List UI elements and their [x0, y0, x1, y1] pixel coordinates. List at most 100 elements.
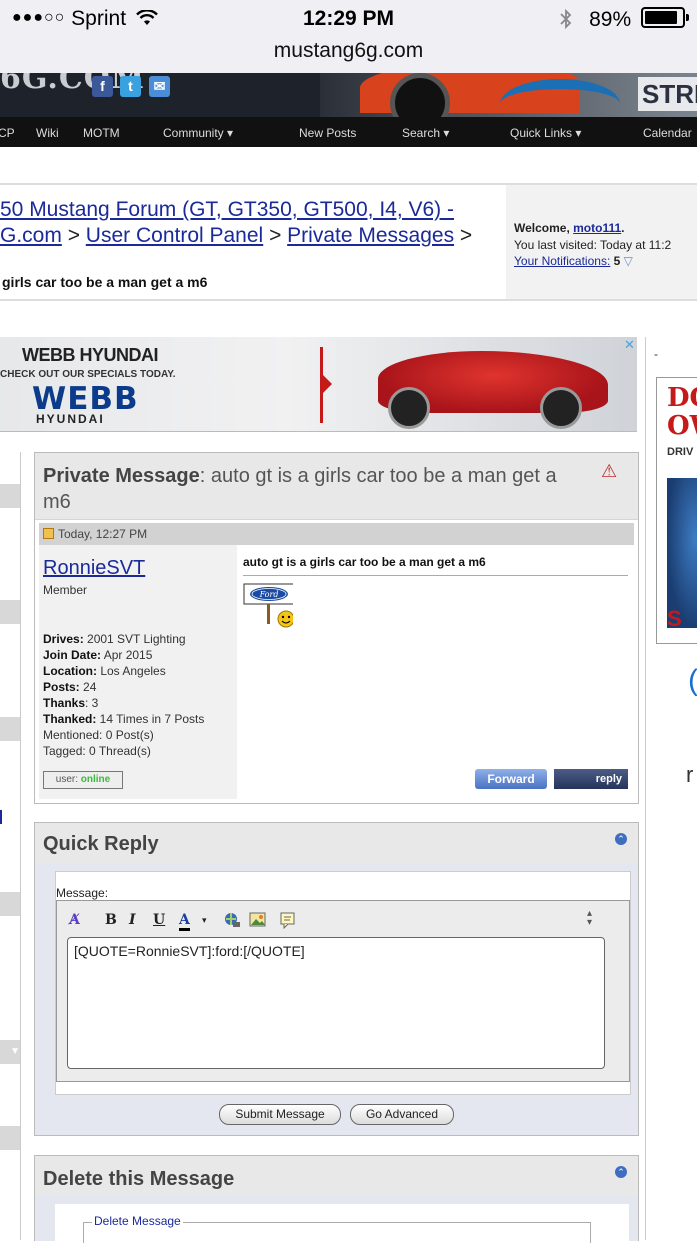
message-editor: A̸ B I U A ▾ ▴ ▾ [QUOTE=RonnieSVT]:ford:[…	[56, 900, 630, 1082]
sidebar-ad-line3: DRIV	[667, 446, 694, 458]
editor-toolbar: A̸ B I U A ▾ ▴ ▾	[57, 901, 629, 937]
sidebar-fragment: r	[686, 762, 694, 787]
post-icon	[43, 528, 54, 539]
ford-smiley-icon: Ford	[243, 583, 293, 628]
nav-item-motm[interactable]: MOTM	[83, 126, 120, 140]
message-subject: auto gt is a girls car too be a man get …	[243, 555, 486, 569]
ad-banner[interactable]: WEBB HYUNDAI CHECK OUT OUR SPECIALS TODA…	[0, 337, 637, 432]
link-icon[interactable]	[223, 911, 241, 929]
breadcrumb-ucp-link[interactable]: User Control Panel	[86, 224, 263, 247]
delete-header: Delete this Message ⌃	[35, 1156, 638, 1196]
sidebar-ad-line1: DOOW	[667, 383, 697, 441]
breadcrumb-forum-link[interactable]: 50 Mustang Forum (GT, GT350, GT500, I4, …	[0, 198, 454, 221]
pm-date-bar: Today, 12:27 PM	[39, 523, 634, 545]
quick-reply-header: Quick Reply ⌃	[35, 823, 638, 863]
welcome-panel: Welcome, moto111. You last visited: Toda…	[506, 185, 697, 299]
sender-role: Member	[43, 583, 88, 597]
go-advanced-button[interactable]: Go Advanced	[350, 1104, 454, 1125]
chevron-down-icon[interactable]: ▼	[0, 1040, 20, 1064]
nav-item-cp[interactable]: CP	[0, 126, 15, 140]
email-icon[interactable]: ✉	[149, 76, 170, 97]
pm-title: Private Message: auto gt is a girls car …	[43, 465, 557, 513]
welcome-line: Welcome, moto111.	[514, 221, 625, 235]
quote-icon[interactable]	[279, 911, 297, 929]
banner-car-image: STRE	[320, 73, 697, 117]
quick-reply-title: Quick Reply	[43, 833, 159, 855]
reply-button[interactable]: reply	[554, 769, 628, 789]
twitter-icon[interactable]: t	[120, 76, 141, 97]
url-bar[interactable]: mustang6g.com	[0, 38, 697, 73]
nav-item-quick-links[interactable]: Quick Links ▾	[510, 126, 581, 140]
sidebar-ad[interactable]: DOOW DRIV S	[656, 377, 697, 644]
breadcrumb: 50 Mustang Forum (GT, GT350, GT500, I4, …	[0, 183, 697, 301]
image-icon[interactable]	[249, 911, 267, 929]
breadcrumb-separator: >	[67, 224, 80, 247]
stat-location: Location: Los Angeles	[43, 664, 166, 678]
sender-name[interactable]: RonnieSVT	[43, 557, 145, 580]
nav-item-wiki[interactable]: Wiki	[36, 126, 59, 140]
notifications-count: 5	[613, 254, 621, 268]
user-stats: Drives: 2001 SVT Lighting Join Date: Apr…	[43, 631, 204, 759]
notifications-link[interactable]: Your Notifications:	[514, 254, 610, 268]
forward-button[interactable]: Forward	[475, 769, 547, 789]
stat-drives: Drives: 2001 SVT Lighting	[43, 632, 186, 646]
report-icon[interactable]: ⚠	[601, 461, 617, 482]
sidebar-ad-badge: S	[667, 606, 682, 631]
delete-fieldset-legend: Delete Message	[92, 1214, 183, 1228]
message-textarea[interactable]: [QUOTE=RonnieSVT]:ford:[/QUOTE]	[67, 937, 605, 1069]
bluetooth-icon	[560, 8, 572, 30]
online-status-badge: user: online	[43, 771, 123, 789]
user-info-panel: RonnieSVT Member Drives: 2001 SVT Lighti…	[39, 545, 237, 799]
close-icon[interactable]: ✕	[624, 337, 635, 353]
chevron-down-icon[interactable]: ▽	[624, 254, 633, 268]
username-link[interactable]: moto111	[573, 221, 621, 235]
breadcrumb-pm-link[interactable]: Private Messages	[287, 224, 454, 247]
nav-item-community[interactable]: Community ▾	[163, 126, 233, 140]
facebook-icon[interactable]: f	[92, 76, 113, 97]
chevron-down-icon[interactable]: ▾	[202, 916, 207, 926]
battery-percent: 89%	[589, 8, 632, 31]
stat-mentioned: Mentioned: 0 Post(s)	[43, 728, 154, 742]
ios-status-bar: ●●●○○ Sprint 12:29 PM 89%	[0, 0, 697, 38]
ad-tagline: CHECK OUT OUR SPECIALS TODAY.	[0, 369, 176, 380]
quick-reply-form: Message: A̸ B I U A ▾ ▴ ▾ [QUOTE=RonnieSV…	[55, 871, 631, 1095]
remove-format-icon[interactable]: A̸	[69, 912, 80, 928]
main-nav: CP Wiki MOTM Community ▾ New Posts Searc…	[0, 117, 697, 147]
stat-posts: Posts: 24	[43, 680, 97, 694]
nav-item-search[interactable]: Search ▾	[402, 126, 449, 140]
delete-form: Delete Message	[55, 1204, 629, 1243]
breadcrumb-links: 50 Mustang Forum (GT, GT350, GT500, I4, …	[0, 197, 472, 249]
collapse-icon[interactable]: ⌃	[615, 1166, 627, 1178]
left-sidebar: ▼	[0, 452, 21, 1240]
bold-button[interactable]: B	[105, 912, 117, 928]
site-banner: 6G.COM f t ✉ STRE	[0, 73, 697, 117]
underline-button[interactable]: U	[153, 912, 165, 928]
banner-text: STRE	[638, 77, 697, 111]
breadcrumb-separator: >	[269, 224, 282, 247]
stat-join-date: Join Date: Apr 2015	[43, 648, 153, 662]
private-message-box: Private Message: auto gt is a girls car …	[34, 452, 639, 804]
last-visited: You last visited: Today at 11:2	[514, 238, 672, 252]
resize-icon[interactable]: ▴ ▾	[587, 909, 592, 928]
ad-sublogo: HYUNDAI	[36, 412, 105, 426]
nav-item-new-posts[interactable]: New Posts	[299, 126, 356, 140]
status-right: 89%	[559, 7, 689, 32]
stat-tagged: Tagged: 0 Thread(s)	[43, 744, 151, 758]
delete-title: Delete this Message	[43, 1168, 235, 1190]
pm-header: Private Message: auto gt is a girls car …	[35, 453, 638, 520]
notifications: Your Notifications: 5 ▽	[514, 254, 633, 268]
quick-reply-box: Quick Reply ⌃ Message: A̸ B I U A ▾ ▴ ▾ […	[34, 822, 639, 1136]
stat-thanked: Thanked: 14 Times in 7 Posts	[43, 712, 205, 726]
url-text: mustang6g.com	[273, 39, 424, 62]
breadcrumb-site-link[interactable]: G.com	[0, 224, 62, 247]
message-label: Message:	[56, 886, 109, 900]
nav-item-calendar[interactable]: Calendar	[643, 126, 692, 140]
ad-brand: WEBB HYUNDAI	[22, 345, 159, 365]
submit-message-button[interactable]: Submit Message	[219, 1104, 341, 1125]
collapse-icon[interactable]: ⌃	[615, 833, 627, 845]
message-body: auto gt is a girls car too be a man get …	[243, 545, 633, 799]
svg-text:Ford: Ford	[259, 590, 279, 599]
font-color-icon[interactable]: A	[179, 912, 190, 931]
italic-button[interactable]: I	[129, 912, 136, 928]
battery-icon	[641, 7, 689, 28]
